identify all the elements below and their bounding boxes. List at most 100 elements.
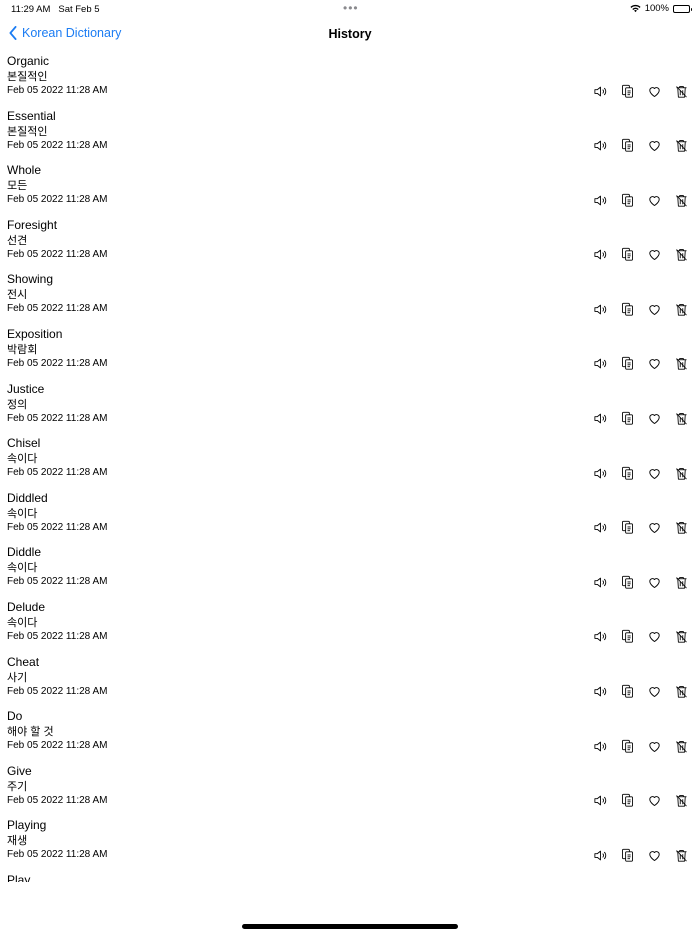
speaker-icon[interactable]	[591, 246, 609, 264]
copy-icon[interactable]	[618, 82, 636, 100]
copy-icon[interactable]	[618, 137, 636, 155]
multitasking-dots-icon[interactable]: •••	[343, 1, 359, 15]
entry-word: Cheat	[7, 654, 40, 669]
heart-icon[interactable]	[645, 82, 663, 100]
list-item[interactable]: Delude 속이다 Feb 05 2022 11:28 AM	[0, 598, 700, 653]
heart-icon[interactable]	[645, 246, 663, 264]
heart-icon[interactable]	[645, 519, 663, 537]
entry-actions	[591, 191, 690, 209]
trash-icon[interactable]	[672, 628, 690, 646]
copy-icon[interactable]	[618, 573, 636, 591]
copy-icon[interactable]	[618, 191, 636, 209]
speaker-icon[interactable]	[591, 519, 609, 537]
speaker-icon[interactable]	[591, 355, 609, 373]
copy-icon[interactable]	[618, 683, 636, 701]
copy-icon[interactable]	[618, 792, 636, 810]
entry-translation: 전시	[7, 289, 28, 302]
trash-icon[interactable]	[672, 191, 690, 209]
list-item[interactable]: Showing 전시 Feb 05 2022 11:28 AM	[0, 270, 700, 325]
home-indicator[interactable]	[242, 924, 458, 929]
entry-translation: 속이다	[7, 616, 38, 629]
battery-percent: 100%	[644, 3, 669, 14]
list-item[interactable]: Diddled 속이다 Feb 05 2022 11:28 AM	[0, 489, 700, 544]
heart-icon[interactable]	[645, 191, 663, 209]
list-item[interactable]: Do 해야 할 것 Feb 05 2022 11:28 AM	[0, 707, 700, 762]
copy-icon[interactable]	[618, 628, 636, 646]
list-item[interactable]: Play	[0, 871, 700, 882]
speaker-icon[interactable]	[591, 737, 609, 755]
heart-icon[interactable]	[645, 792, 663, 810]
copy-icon[interactable]	[618, 300, 636, 318]
list-item[interactable]: Playing 재생 Feb 05 2022 11:28 AM	[0, 816, 700, 871]
speaker-icon[interactable]	[591, 683, 609, 701]
trash-icon[interactable]	[672, 519, 690, 537]
navigation-bar: Korean Dictionary History	[0, 22, 700, 48]
trash-icon[interactable]	[672, 573, 690, 591]
speaker-icon[interactable]	[591, 137, 609, 155]
history-list[interactable]: Organic 본질적인 Feb 05 2022 11:28 AM Essential…	[0, 52, 700, 882]
speaker-icon[interactable]	[591, 573, 609, 591]
entry-actions	[591, 628, 690, 646]
entry-actions	[591, 137, 690, 155]
entry-date: Feb 05 2022 11:28 AM	[7, 849, 108, 861]
speaker-icon[interactable]	[591, 82, 609, 100]
entry-actions	[591, 300, 690, 318]
list-item[interactable]: Diddle 속이다 Feb 05 2022 11:28 AM	[0, 543, 700, 598]
entry-word: Play	[7, 872, 31, 882]
list-item[interactable]: Justice 정의 Feb 05 2022 11:28 AM	[0, 380, 700, 435]
status-right: 100%	[630, 3, 692, 14]
heart-icon[interactable]	[645, 628, 663, 646]
trash-icon[interactable]	[672, 683, 690, 701]
speaker-icon[interactable]	[591, 410, 609, 428]
status-time: 11:29 AM Sat Feb 5	[11, 4, 100, 15]
entry-word: Showing	[7, 272, 54, 287]
heart-icon[interactable]	[645, 737, 663, 755]
list-item[interactable]: Cheat 사기 Feb 05 2022 11:28 AM	[0, 653, 700, 708]
list-item[interactable]: Whole 모든 Feb 05 2022 11:28 AM	[0, 161, 700, 216]
heart-icon[interactable]	[645, 137, 663, 155]
heart-icon[interactable]	[645, 464, 663, 482]
trash-icon[interactable]	[672, 792, 690, 810]
speaker-icon[interactable]	[591, 792, 609, 810]
heart-icon[interactable]	[645, 300, 663, 318]
speaker-icon[interactable]	[591, 300, 609, 318]
trash-icon[interactable]	[672, 137, 690, 155]
heart-icon[interactable]	[645, 846, 663, 864]
list-item[interactable]: Organic 본질적인 Feb 05 2022 11:28 AM	[0, 52, 700, 107]
copy-icon[interactable]	[618, 410, 636, 428]
trash-icon[interactable]	[672, 846, 690, 864]
speaker-icon[interactable]	[591, 464, 609, 482]
status-date: Sat Feb 5	[58, 4, 100, 15]
speaker-icon[interactable]	[591, 628, 609, 646]
list-item[interactable]: Essential 본질적인 Feb 05 2022 11:28 AM	[0, 107, 700, 162]
list-item[interactable]: Exposition 박람회 Feb 05 2022 11:28 AM	[0, 325, 700, 380]
trash-icon[interactable]	[672, 410, 690, 428]
trash-icon[interactable]	[672, 300, 690, 318]
copy-icon[interactable]	[618, 246, 636, 264]
entry-date: Feb 05 2022 11:28 AM	[7, 412, 108, 424]
copy-icon[interactable]	[618, 846, 636, 864]
trash-icon[interactable]	[672, 82, 690, 100]
entry-actions	[591, 683, 690, 701]
list-item[interactable]: Chisel 속이다 Feb 05 2022 11:28 AM	[0, 434, 700, 489]
copy-icon[interactable]	[618, 737, 636, 755]
heart-icon[interactable]	[645, 683, 663, 701]
copy-icon[interactable]	[618, 355, 636, 373]
trash-icon[interactable]	[672, 737, 690, 755]
trash-icon[interactable]	[672, 464, 690, 482]
copy-icon[interactable]	[618, 519, 636, 537]
entry-translation: 선견	[7, 234, 28, 247]
trash-icon[interactable]	[672, 355, 690, 373]
trash-icon[interactable]	[672, 246, 690, 264]
copy-icon[interactable]	[618, 464, 636, 482]
list-item[interactable]: Give 주기 Feb 05 2022 11:28 AM	[0, 762, 700, 817]
speaker-icon[interactable]	[591, 191, 609, 209]
entry-date: Feb 05 2022 11:28 AM	[7, 576, 108, 588]
heart-icon[interactable]	[645, 410, 663, 428]
heart-icon[interactable]	[645, 355, 663, 373]
entry-actions	[591, 82, 690, 100]
speaker-icon[interactable]	[591, 846, 609, 864]
entry-date: Feb 05 2022 11:28 AM	[7, 630, 108, 642]
heart-icon[interactable]	[645, 573, 663, 591]
list-item[interactable]: Foresight 선견 Feb 05 2022 11:28 AM	[0, 216, 700, 271]
